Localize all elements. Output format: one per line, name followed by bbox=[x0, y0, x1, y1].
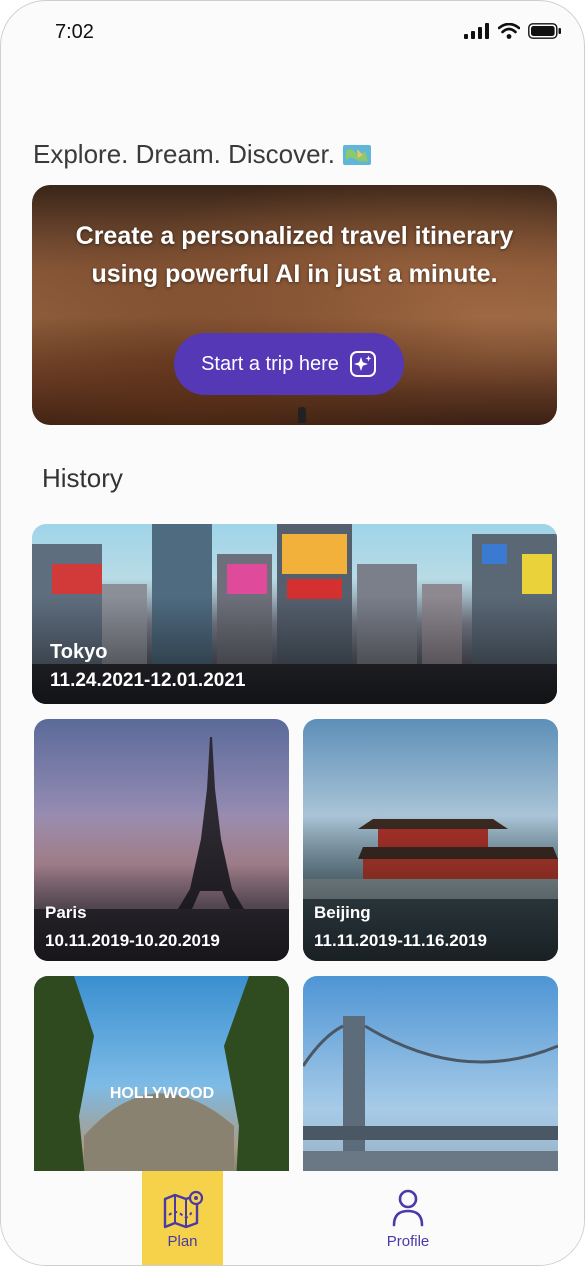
map-icon bbox=[342, 144, 371, 165]
trip-dates: 11.11.2019-11.16.2019 bbox=[314, 931, 488, 950]
trip-city: Paris bbox=[45, 903, 87, 922]
nav-item-profile[interactable]: Profile bbox=[373, 1171, 443, 1265]
start-trip-button[interactable]: Start a trip here bbox=[174, 333, 404, 395]
nav-item-plan[interactable]: Plan bbox=[142, 1171, 223, 1265]
bottom-nav: Plan Profile bbox=[1, 1171, 584, 1265]
trip-card-tokyo[interactable]: Tokyo 11.24.2021-12.01.2021 bbox=[32, 524, 557, 704]
wifi-icon bbox=[498, 23, 520, 39]
phone-screen: 7:02 Explore. Dream. Discover. Create a … bbox=[0, 0, 585, 1266]
nav-label-profile: Profile bbox=[386, 1232, 430, 1250]
trip-city: Tokyo bbox=[50, 641, 108, 663]
battery-icon bbox=[528, 23, 561, 39]
trip-city: Beijing bbox=[314, 903, 371, 922]
hero-banner: Create a personalized travel itinerary u… bbox=[32, 185, 557, 425]
tagline-text: Explore. Dream. Discover. bbox=[33, 139, 335, 169]
trip-dates: 10.11.2019-10.20.2019 bbox=[45, 931, 220, 950]
trip-card-beijing[interactable]: Beijing 11.11.2019-11.16.2019 bbox=[303, 719, 558, 961]
start-trip-label: Start a trip here bbox=[201, 352, 339, 375]
signal-icon bbox=[464, 23, 489, 39]
hero-hiker-figure bbox=[298, 407, 306, 423]
trip-dates: 11.24.2021-12.01.2021 bbox=[50, 670, 246, 691]
hollywood-sign-text: HOLLYWOOD bbox=[110, 1085, 214, 1102]
history-title: History bbox=[42, 463, 123, 493]
nav-label-plan: Plan bbox=[167, 1232, 198, 1250]
page-tagline: Explore. Dream. Discover. bbox=[33, 139, 371, 170]
status-bar: 7:02 bbox=[1, 1, 584, 63]
trip-card-paris[interactable]: Paris 10.11.2019-10.20.2019 bbox=[34, 719, 289, 961]
hero-text: Create a personalized travel itinerary u… bbox=[75, 222, 514, 288]
map-icon bbox=[163, 1190, 203, 1228]
status-icons bbox=[464, 23, 562, 39]
user-icon bbox=[392, 1189, 424, 1226]
status-time: 7:02 bbox=[55, 21, 94, 43]
sparkle-icon bbox=[349, 351, 376, 377]
